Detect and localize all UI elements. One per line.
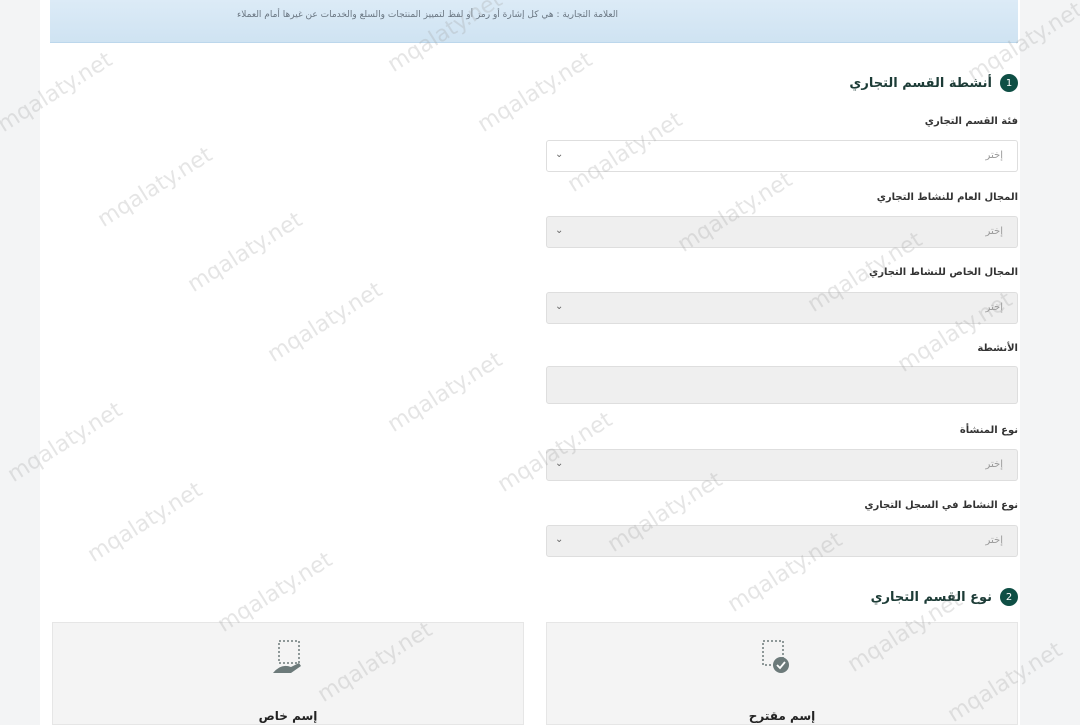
chevron-down-icon: ⌄ bbox=[555, 301, 564, 312]
establishment-type-label: نوع المنشأة bbox=[959, 425, 1018, 436]
activities-input[interactable] bbox=[546, 366, 1018, 404]
establishment-type-placeholder: إختر bbox=[985, 459, 1004, 470]
registry-activity-select[interactable]: إختر ⌄ bbox=[546, 525, 1018, 557]
suggested-name-label: إسم مقترح bbox=[748, 709, 816, 723]
registry-activity-label: نوع النشاط في السجل التجاري bbox=[864, 500, 1018, 511]
watermark: mqalaty.net bbox=[83, 477, 207, 568]
custom-name-icon bbox=[273, 640, 301, 673]
banner-text: العلامة التجارية : هي كل إشارة أو رمز أو… bbox=[237, 10, 618, 20]
chevron-down-icon: ⌄ bbox=[555, 149, 564, 160]
custom-name-card[interactable]: إسم خاص bbox=[52, 622, 524, 725]
specific-field-label: المجال الخاص للنشاط التجاري bbox=[869, 267, 1018, 278]
chevron-down-icon: ⌄ bbox=[555, 534, 564, 545]
section-activities-header: 1 أنشطة القسم التجاري bbox=[849, 74, 1018, 92]
watermark: mqalaty.net bbox=[93, 142, 217, 233]
chevron-down-icon: ⌄ bbox=[555, 225, 564, 236]
watermark: mqalaty.net bbox=[473, 47, 597, 138]
registry-activity-placeholder: إختر bbox=[985, 535, 1004, 546]
establishment-type-select[interactable]: إختر ⌄ bbox=[546, 449, 1018, 481]
section-type-header: 2 نوع القسم التجاري bbox=[871, 588, 1018, 606]
step-badge-1: 1 bbox=[1000, 74, 1018, 92]
category-select[interactable]: إختر ⌄ bbox=[546, 140, 1018, 172]
suggested-name-icon bbox=[762, 640, 789, 673]
step-badge-2: 2 bbox=[1000, 588, 1018, 606]
left-gutter bbox=[0, 0, 40, 725]
general-field-placeholder: إختر bbox=[985, 226, 1004, 237]
watermark: mqalaty.net bbox=[183, 207, 307, 298]
general-field-select[interactable]: إختر ⌄ bbox=[546, 216, 1018, 248]
watermark: mqalaty.net bbox=[263, 277, 387, 368]
specific-field-select[interactable]: إختر ⌄ bbox=[546, 292, 1018, 324]
section-type-title: نوع القسم التجاري bbox=[870, 589, 992, 605]
general-field-label: المجال العام للنشاط التجاري bbox=[876, 192, 1018, 203]
chevron-down-icon: ⌄ bbox=[555, 458, 564, 469]
category-label: فئة القسم التجاري bbox=[924, 116, 1018, 127]
custom-name-label: إسم خاص bbox=[258, 709, 318, 723]
section-activities-title: أنشطة القسم التجاري bbox=[849, 75, 992, 91]
category-placeholder: إختر bbox=[985, 150, 1004, 161]
right-gutter bbox=[1020, 0, 1080, 725]
activities-label: الأنشطة bbox=[977, 343, 1018, 354]
info-banner: العلامة التجارية : هي كل إشارة أو رمز أو… bbox=[50, 0, 1018, 43]
watermark: mqalaty.net bbox=[383, 347, 507, 438]
specific-field-placeholder: إختر bbox=[985, 302, 1004, 313]
suggested-name-card[interactable]: إسم مقترح bbox=[546, 622, 1018, 725]
